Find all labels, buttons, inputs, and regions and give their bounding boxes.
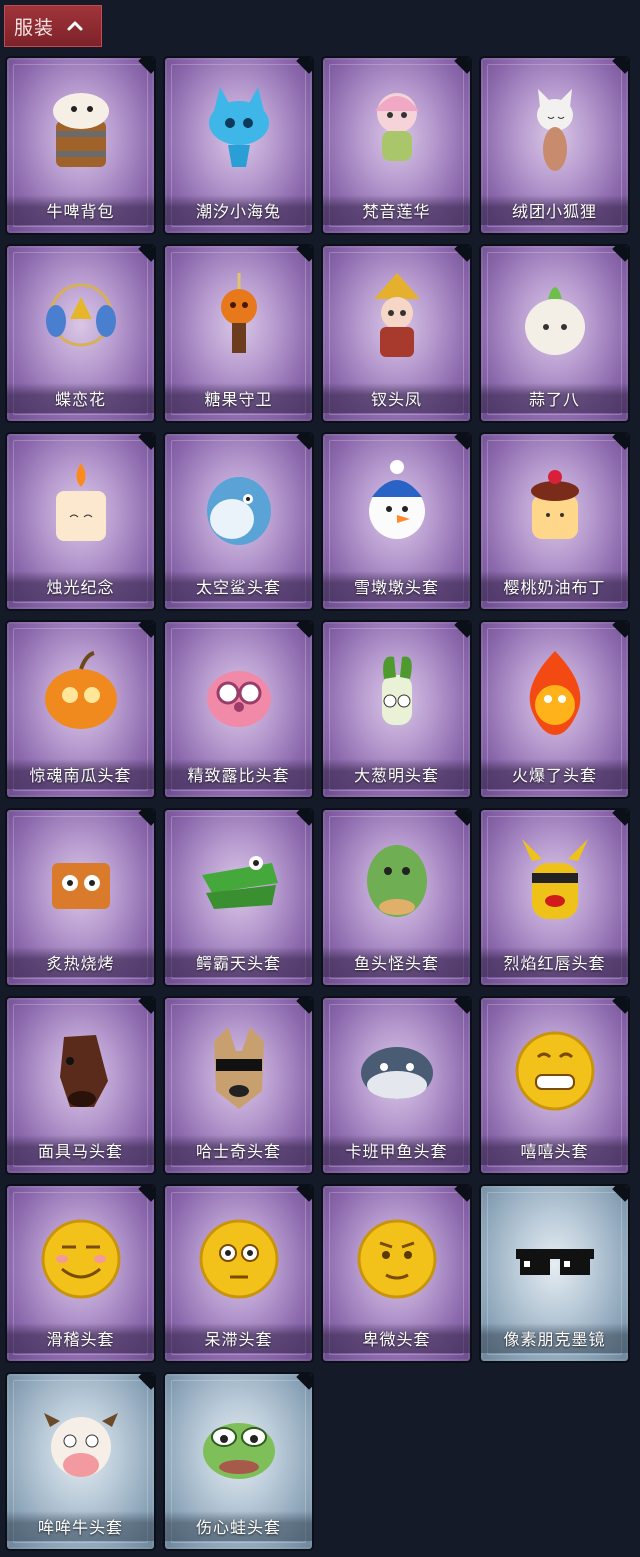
- item-label: 大葱明头套: [323, 759, 470, 789]
- cow-beer-backpack-icon: [52, 93, 109, 167]
- item-label: 鳄霸天头套: [165, 947, 312, 977]
- garlic-icon: [524, 287, 585, 355]
- item-label: 伤心蛙头套: [165, 1511, 312, 1541]
- item-label: 火爆了头套: [481, 759, 628, 789]
- item-label: 雪墩墩头套: [323, 571, 470, 601]
- yellow-mascot-head-icon: [521, 839, 588, 919]
- item-card[interactable]: 蒜了八: [481, 246, 628, 421]
- husky-head-icon: [213, 1027, 264, 1109]
- item-card[interactable]: 烛光纪念: [7, 434, 154, 609]
- sad-frog-head-icon: [202, 1423, 275, 1479]
- item-label: 精致露比头套: [165, 759, 312, 789]
- humble-emoji-head-icon: [357, 1219, 436, 1299]
- sea-bunny-icon: [208, 87, 269, 167]
- item-label: 呆滞头套: [165, 1323, 312, 1353]
- lotus-doll-icon: [374, 93, 419, 161]
- pumpkin-head-icon: [44, 651, 117, 729]
- item-card[interactable]: 蝶恋花: [7, 246, 154, 421]
- item-card[interactable]: 炙热烧烤: [7, 810, 154, 985]
- item-card[interactable]: 梵音莲华: [323, 58, 470, 233]
- item-label: 钗头凤: [323, 383, 470, 413]
- item-card[interactable]: 潮汐小海兔: [165, 58, 312, 233]
- horse-head-icon: [59, 1035, 108, 1107]
- item-card[interactable]: 伤心蛙头套: [165, 1374, 312, 1549]
- item-label: 面具马头套: [7, 1135, 154, 1165]
- item-label: 烛光纪念: [7, 571, 154, 601]
- candle-icon: [55, 463, 106, 541]
- space-shark-head-icon: [206, 477, 271, 545]
- item-card[interactable]: 哞哞牛头套: [7, 1374, 154, 1549]
- fish-round-head-icon: [360, 1047, 433, 1099]
- item-card[interactable]: 雪墩墩头套: [323, 434, 470, 609]
- item-card[interactable]: 精致露比头套: [165, 622, 312, 797]
- green-onion-head-icon: [381, 656, 412, 725]
- item-card[interactable]: 嘻嘻头套: [481, 998, 628, 1173]
- candy-guard-icon: [220, 273, 257, 353]
- item-label: 卡班甲鱼头套: [323, 1135, 470, 1165]
- funny-emoji-head-icon: [41, 1219, 120, 1299]
- item-label: 梵音莲华: [323, 195, 470, 225]
- phoenix-hairpin-doll-icon: [373, 273, 420, 357]
- item-label: 像素朋克墨镜: [481, 1323, 628, 1353]
- item-label: 哞哞牛头套: [7, 1511, 154, 1541]
- item-card[interactable]: 樱桃奶油布丁: [481, 434, 628, 609]
- item-card[interactable]: 卡班甲鱼头套: [323, 998, 470, 1173]
- item-label: 烈焰红唇头套: [481, 947, 628, 977]
- item-label: 炙热烧烤: [7, 947, 154, 977]
- item-card[interactable]: 糖果守卫: [165, 246, 312, 421]
- item-card[interactable]: 火爆了头套: [481, 622, 628, 797]
- pixel-sunglasses-icon: [515, 1249, 594, 1275]
- item-card[interactable]: 钗头凤: [323, 246, 470, 421]
- item-card[interactable]: 惊魂南瓜头套: [7, 622, 154, 797]
- item-card[interactable]: 卑微头套: [323, 1186, 470, 1361]
- item-card[interactable]: 太空鲨头套: [165, 434, 312, 609]
- item-card[interactable]: 大葱明头套: [323, 622, 470, 797]
- item-label: 蝶恋花: [7, 383, 154, 413]
- item-label: 哈士奇头套: [165, 1135, 312, 1165]
- item-card[interactable]: 面具马头套: [7, 998, 154, 1173]
- item-label: 滑稽头套: [7, 1323, 154, 1353]
- item-label: 卑微头套: [323, 1323, 470, 1353]
- item-card[interactable]: 牛啤背包: [7, 58, 154, 233]
- item-card[interactable]: 呆滞头套: [165, 1186, 312, 1361]
- item-card[interactable]: 哈士奇头套: [165, 998, 312, 1173]
- item-card[interactable]: 滑稽头套: [7, 1186, 154, 1361]
- bbq-meat-icon: [51, 863, 110, 909]
- item-label: 绒团小狐狸: [481, 195, 628, 225]
- stunned-emoji-head-icon: [199, 1219, 278, 1299]
- item-label: 太空鲨头套: [165, 571, 312, 601]
- pink-beaver-head-icon: [206, 671, 271, 727]
- butterfly-bell-icon: [45, 283, 116, 347]
- fish-head-icon: [366, 845, 427, 917]
- cow-head-icon: [43, 1413, 118, 1477]
- item-card[interactable]: 烈焰红唇头套: [481, 810, 628, 985]
- crocodile-head-icon: [201, 856, 278, 909]
- pudding-icon: [530, 470, 579, 539]
- item-card[interactable]: 鱼头怪头套: [323, 810, 470, 985]
- item-label: 糖果守卫: [165, 383, 312, 413]
- item-card[interactable]: 鳄霸天头套: [165, 810, 312, 985]
- item-label: 鱼头怪头套: [323, 947, 470, 977]
- fluffy-fox-icon: [536, 89, 573, 171]
- item-label: 潮汐小海兔: [165, 195, 312, 225]
- grin-emoji-head-icon: [515, 1031, 594, 1111]
- item-label: 樱桃奶油布丁: [481, 571, 628, 601]
- item-label: 蒜了八: [481, 383, 628, 413]
- item-label: 牛啤背包: [7, 195, 154, 225]
- snowman-head-icon: [368, 460, 425, 539]
- item-grid: 牛啤背包 潮汐小海兔 梵音莲华 绒团小狐狸蝶恋花 糖果守卫 钗头凤 蒜了八烛光纪念 太空鲨头套…: [0, 0, 640, 1557]
- item-label: 惊魂南瓜头套: [7, 759, 154, 789]
- item-card[interactable]: 绒团小狐狸: [481, 58, 628, 233]
- item-card[interactable]: 像素朋克墨镜: [481, 1186, 628, 1361]
- fire-head-icon: [529, 651, 580, 735]
- item-label: 嘻嘻头套: [481, 1135, 628, 1165]
